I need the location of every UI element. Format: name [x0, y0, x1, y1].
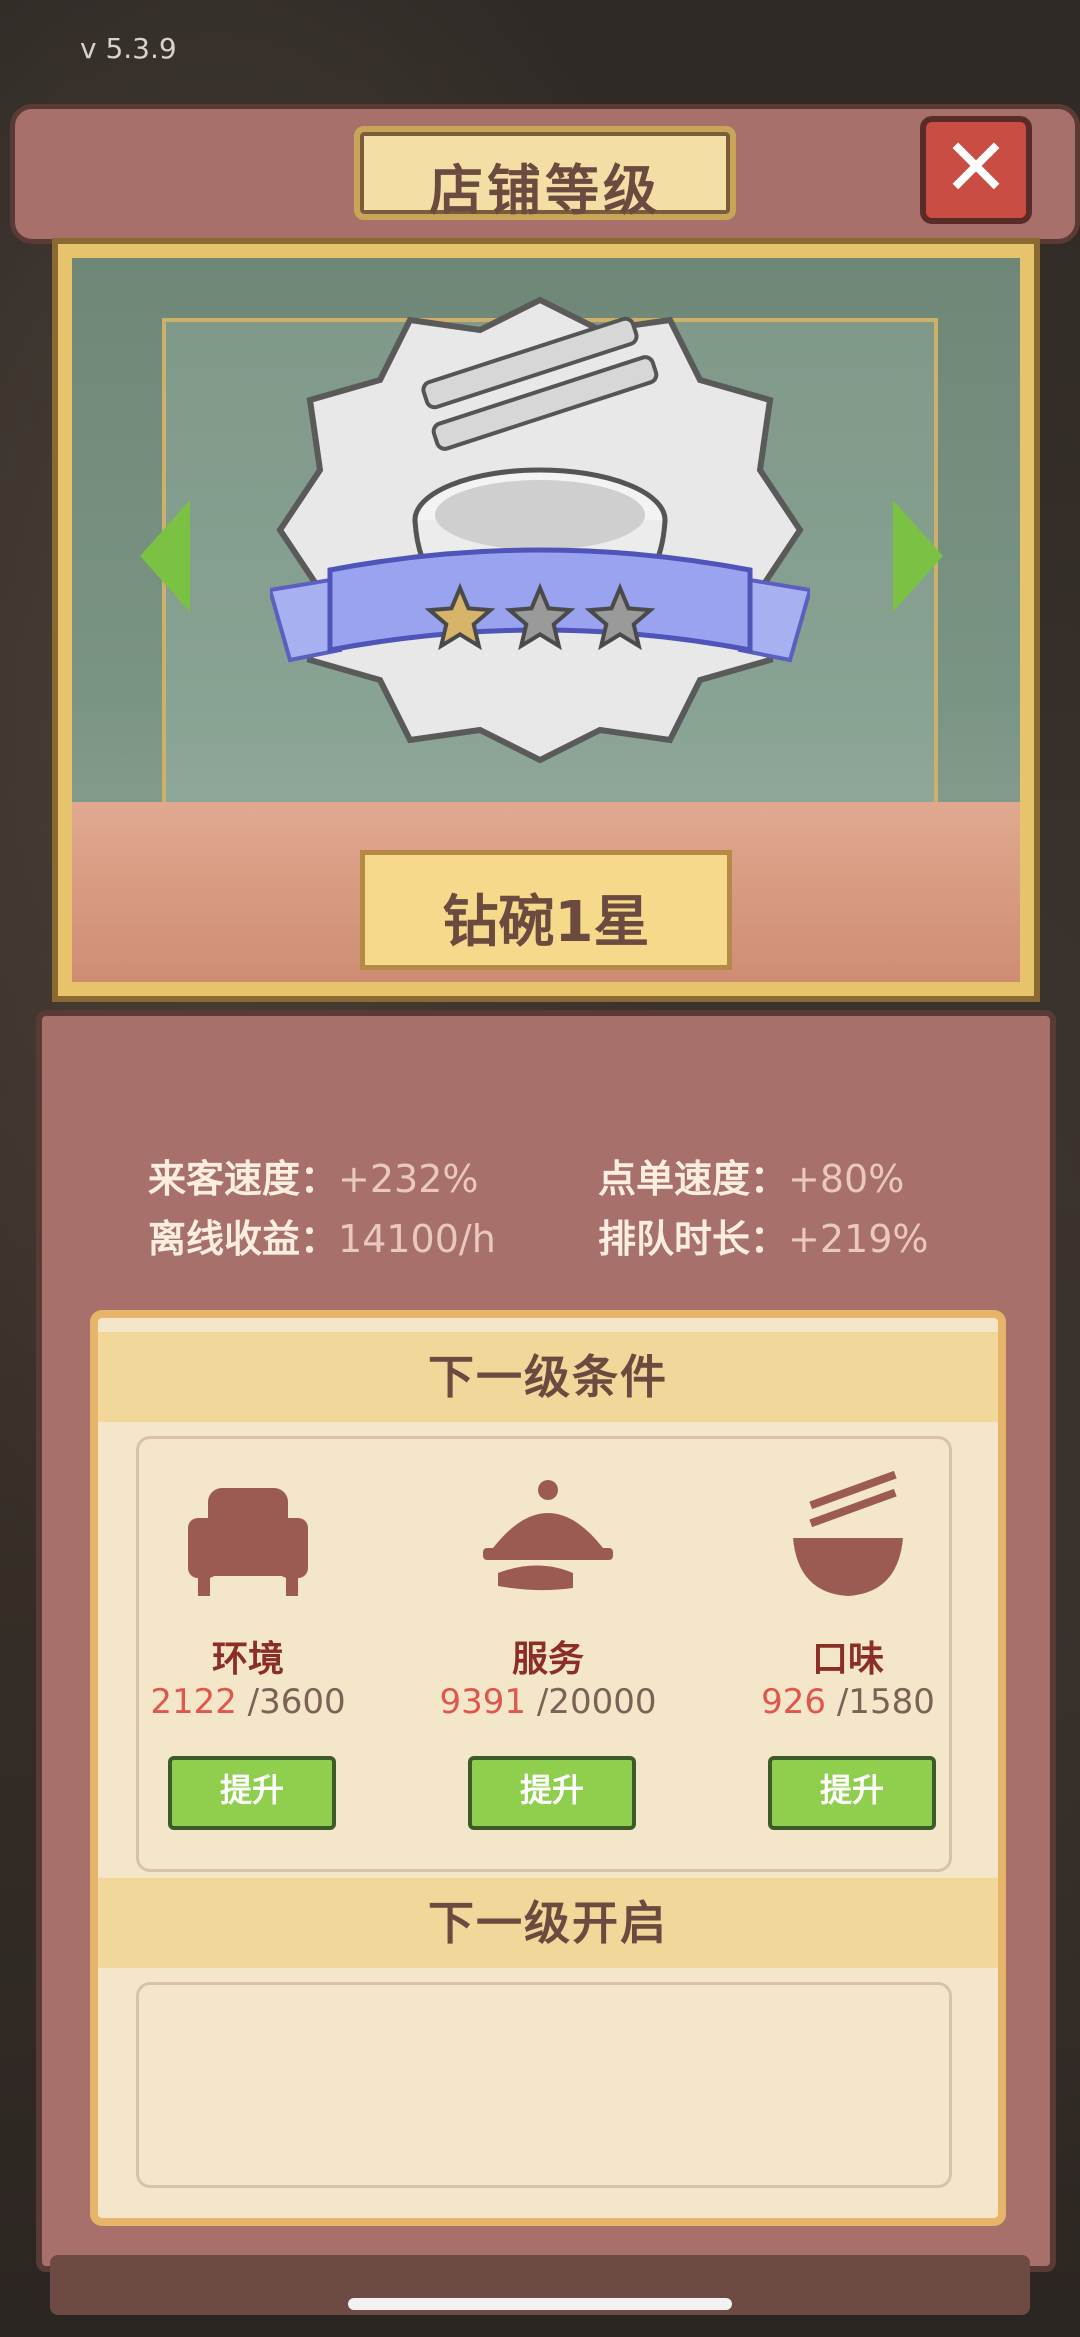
upgrade-service-button[interactable]: 提升 — [468, 1756, 636, 1830]
level-badge — [270, 296, 810, 764]
noodle-bowl-icon — [793, 1470, 903, 1596]
stat-order-speed: 点单速度：+80% — [598, 1148, 904, 1203]
target-value: /20000 — [526, 1682, 657, 1722]
home-indicator[interactable] — [348, 2298, 732, 2310]
stat-value: +232% — [338, 1157, 479, 1201]
prev-level-arrow-icon[interactable] — [140, 500, 190, 612]
requirement-name: 服务 — [511, 1639, 584, 1680]
stat-label: 离线收益： — [148, 1217, 339, 1261]
stat-label: 来客速度： — [148, 1157, 339, 1201]
stat-queue-time: 排队时长：+219% — [598, 1208, 929, 1263]
panel-title: 店铺等级 — [429, 159, 661, 222]
stat-guest-speed: 来客速度：+232% — [148, 1148, 479, 1203]
requirement-progress: 926 /1580 — [728, 1682, 968, 1722]
requirement-progress: 9391 /20000 — [428, 1682, 668, 1722]
stat-value: +219% — [788, 1217, 929, 1261]
current-value: 2122 — [150, 1682, 237, 1722]
armchair-icon — [188, 1488, 308, 1596]
level-name: 钻碗1星 — [442, 890, 650, 955]
current-value: 9391 — [439, 1682, 527, 1722]
upgrade-taste-button[interactable]: 提升 — [768, 1756, 936, 1830]
stat-label: 点单速度： — [598, 1157, 789, 1201]
unlock-title: 下一级开启 — [98, 1878, 998, 1968]
upgrade-environment-button[interactable]: 提升 — [168, 1756, 336, 1830]
close-x-icon: ✕ — [942, 121, 1010, 214]
unlock-content — [136, 1982, 952, 2188]
target-value: /3600 — [236, 1682, 346, 1722]
target-value: /1580 — [826, 1682, 935, 1722]
current-value: 926 — [761, 1682, 827, 1722]
conditions-panel: 下一级条件 环境 服务 口味 2122 /3600 9391 /20000 92… — [90, 1310, 1006, 2226]
close-button[interactable]: ✕ — [920, 116, 1032, 224]
level-name-plate: 钻碗1星 — [360, 850, 732, 970]
conditions-title: 下一级条件 — [98, 1332, 998, 1422]
requirement-name: 环境 — [211, 1639, 284, 1680]
title-plate: 店铺等级 — [354, 126, 736, 222]
stat-label: 排队时长： — [598, 1217, 789, 1261]
cloche-icon — [483, 1480, 613, 1591]
requirement-name: 口味 — [811, 1639, 884, 1680]
version-label: v 5.3.9 — [80, 32, 177, 65]
requirement-progress: 2122 /3600 — [128, 1682, 368, 1722]
stat-offline-income: 离线收益：14100/h — [148, 1208, 496, 1263]
stat-value: +80% — [788, 1157, 905, 1201]
stat-value: 14100/h — [338, 1217, 496, 1261]
next-level-arrow-icon[interactable] — [893, 500, 943, 612]
